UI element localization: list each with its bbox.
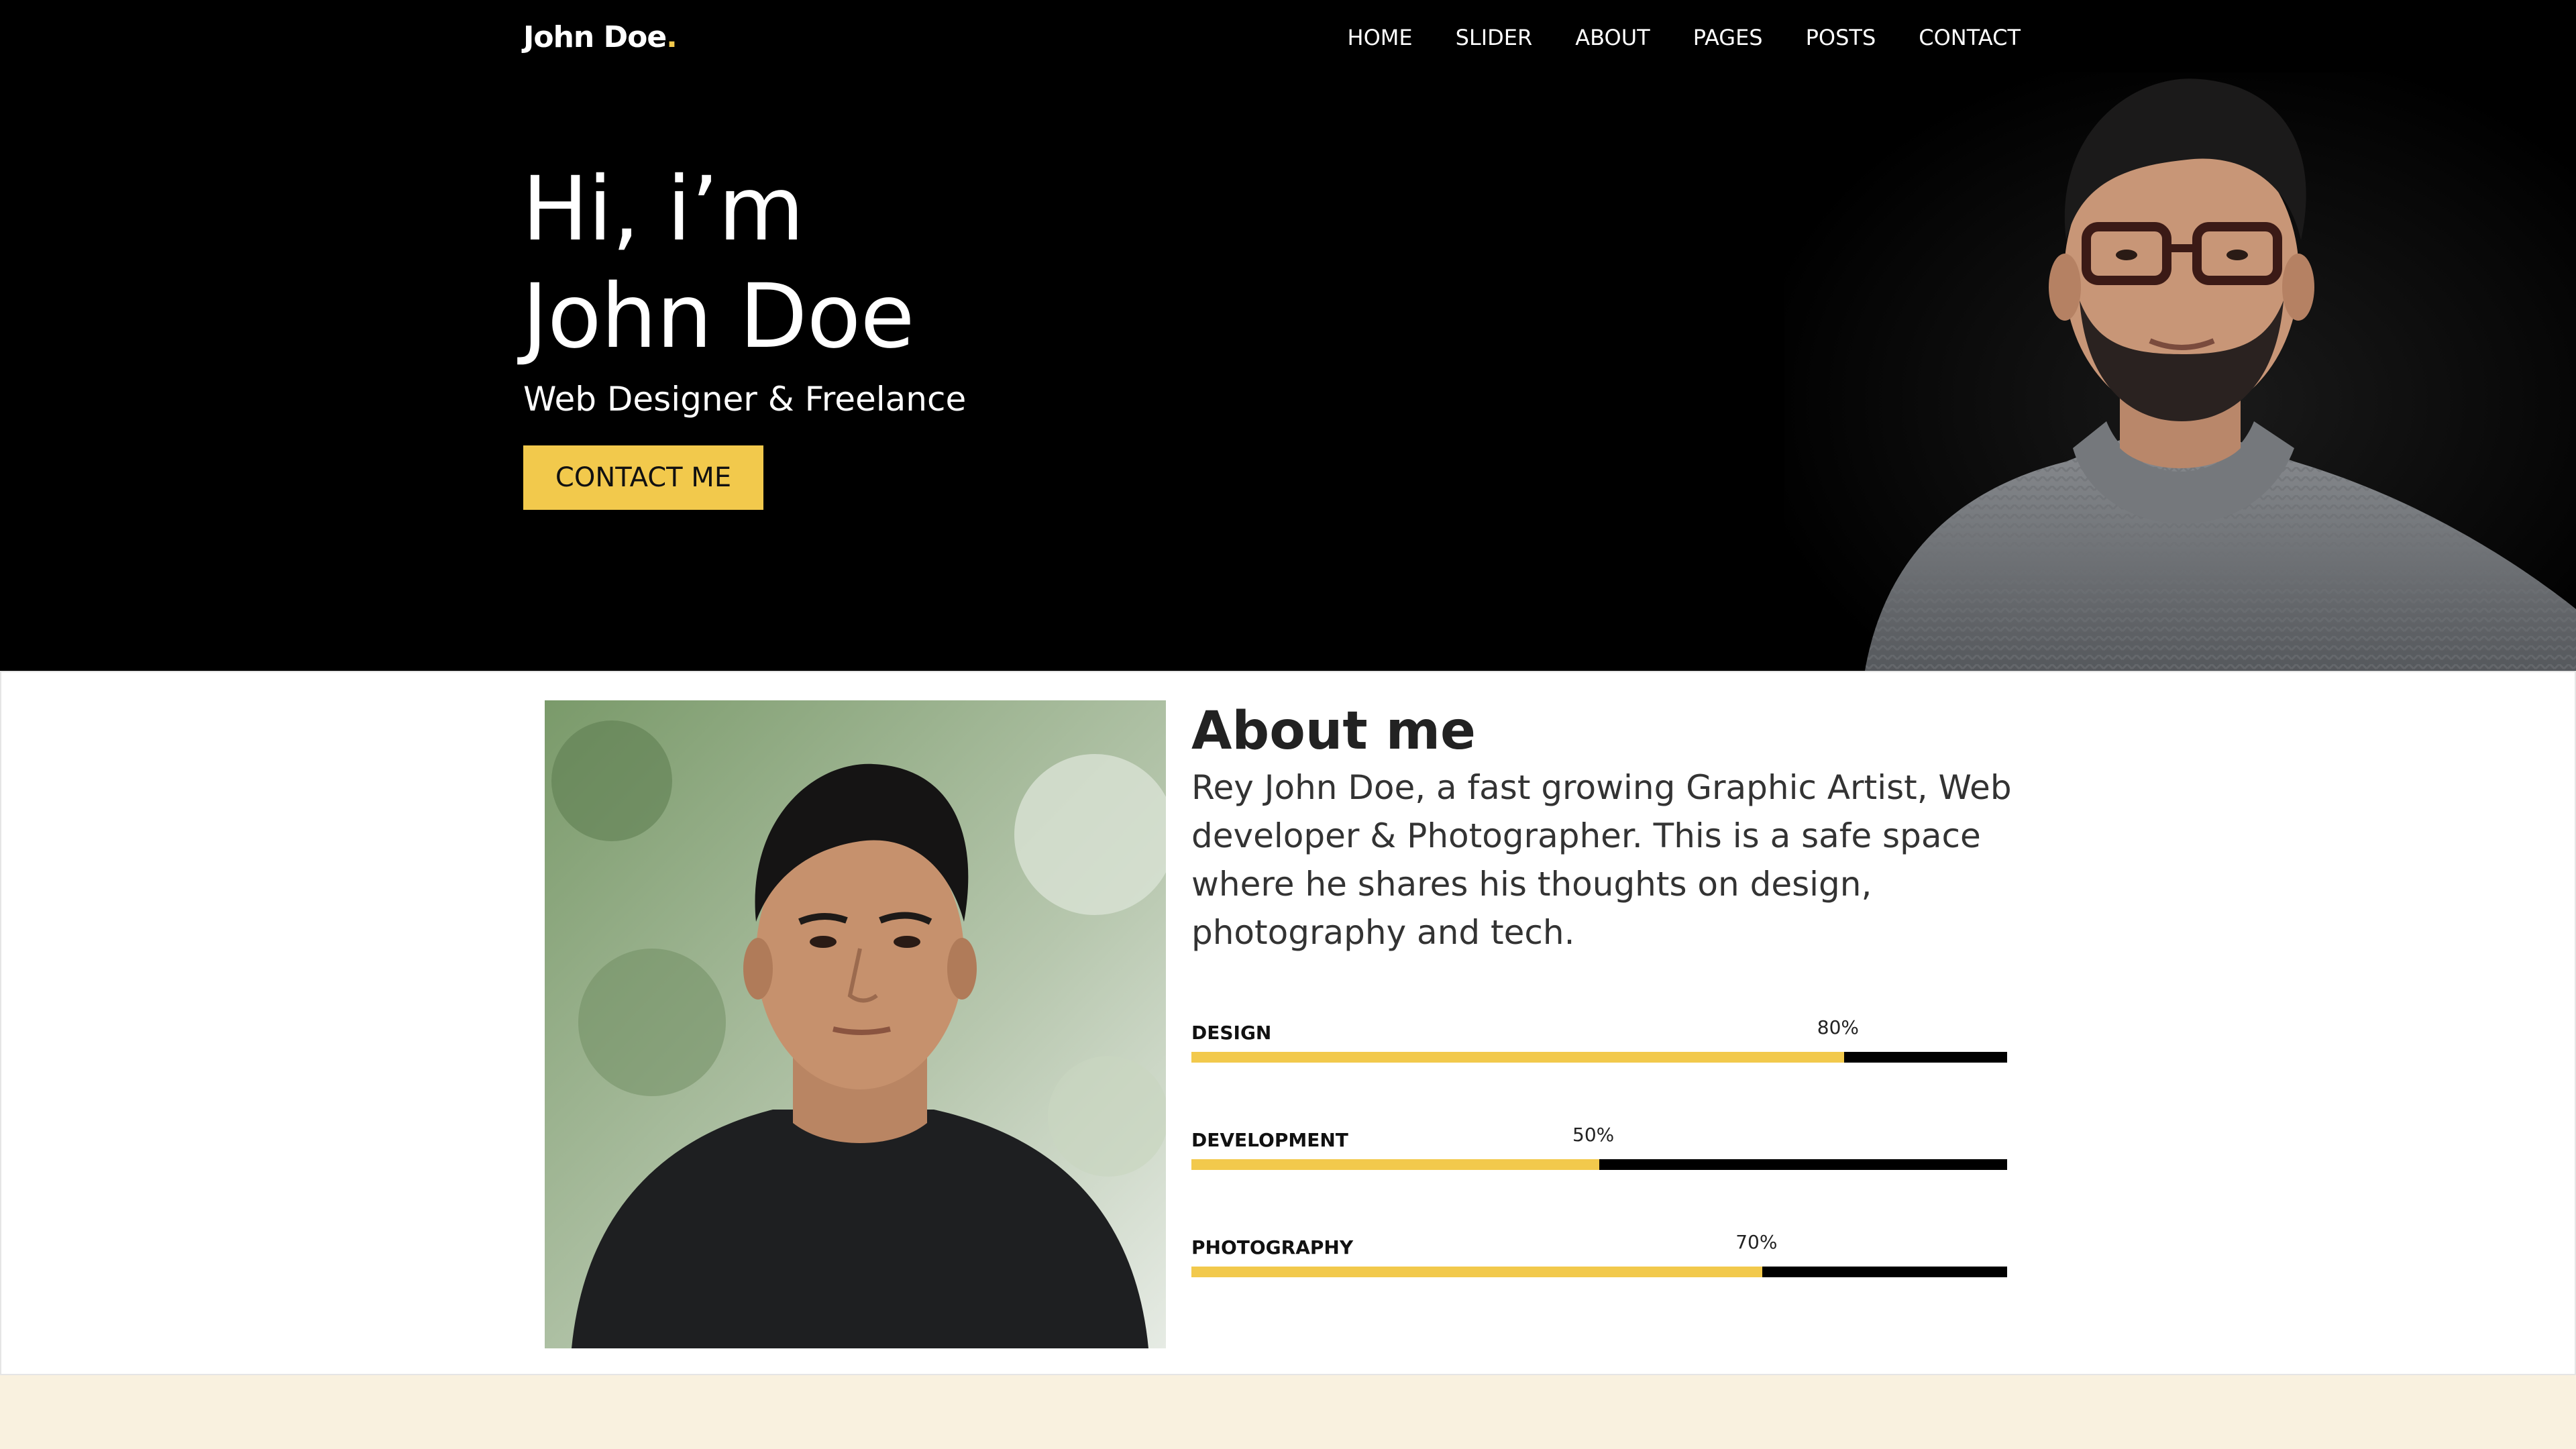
nav-link-posts[interactable]: POSTS [1806,17,1876,58]
skill-progress-track [1191,1159,2007,1170]
skill-progress-fill [1191,1159,1599,1170]
nav-link-contact[interactable]: CONTACT [1919,17,2021,58]
skill-label: DEVELOPMENT [1191,1129,1348,1151]
hero-title-line1: Hi, i’m [522,158,804,261]
nav-link-home[interactable]: HOME [1348,17,1413,58]
hero-portrait-image [1784,72,2576,671]
skill-progress-track [1191,1267,2007,1277]
nav-link-slider[interactable]: SLIDER [1456,17,1533,58]
site-logo[interactable]: John Doe. [523,17,678,58]
skill-design: DESIGN 80% [1191,1009,2007,1063]
hero-title: Hi, i’m John Doe [522,156,915,370]
skill-progress-fill [1191,1267,1763,1277]
hero-section: John Doe. HOME SLIDER ABOUT PAGES POSTS … [0,0,2576,671]
hero-title-line2: John Doe [522,265,915,368]
skill-development: DEVELOPMENT 50% [1191,1116,2007,1170]
logo-dot: . [666,20,678,54]
about-description: Rey John Doe, a fast growing Graphic Art… [1191,768,2012,952]
about-title: About me [1191,701,1476,761]
about-section: About me Rey John Doe, a fast growing Gr… [0,671,2576,1375]
nav-link-pages[interactable]: PAGES [1693,17,1763,58]
skill-percent: 50% [1572,1124,1615,1146]
skill-label: PHOTOGRAPHY [1191,1236,1354,1258]
hero-subtitle: Web Designer & Freelance [523,380,967,419]
skill-percent: 80% [1817,1016,1860,1038]
nav-link-about[interactable]: ABOUT [1575,17,1650,58]
contact-me-button[interactable]: CONTACT ME [523,445,763,510]
skill-percent: 70% [1735,1231,1778,1253]
next-section-band [0,1375,2576,1449]
logo-text: John Doe [523,20,667,54]
skill-progress-fill [1191,1052,1844,1063]
skill-label: DESIGN [1191,1022,1272,1044]
about-portrait-image [545,700,1166,1348]
skill-photography: PHOTOGRAPHY 70% [1191,1224,2007,1277]
main-nav: HOME SLIDER ABOUT PAGES POSTS CONTACT [1348,17,2021,58]
skill-progress-track [1191,1052,2007,1063]
